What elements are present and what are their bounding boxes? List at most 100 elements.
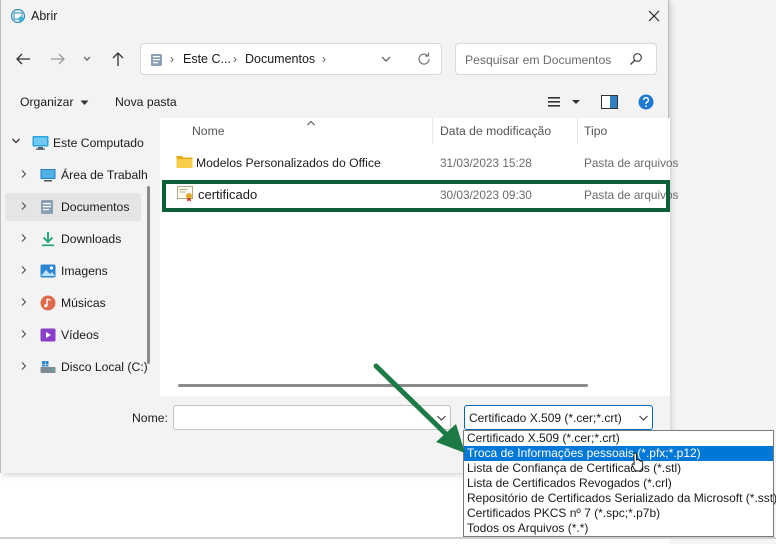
help-icon	[638, 94, 654, 110]
mouse-cursor-icon	[631, 452, 644, 472]
column-header-name[interactable]: Nome	[192, 124, 225, 138]
up-button[interactable]	[108, 50, 128, 68]
file-type-option[interactable]: Lista de Certificados Revogados (*.crl)	[464, 476, 773, 491]
nav-label: Disco Local (C:)	[61, 360, 148, 374]
file-type-option[interactable]: Certificados PKCS nº 7 (*.spc;*.p7b)	[464, 506, 773, 521]
desktop-icon	[40, 167, 56, 183]
file-type-dropdown-list: Certificado X.509 (*.cer;*.crt) Troca de…	[463, 430, 776, 537]
column-divider[interactable]	[577, 118, 578, 144]
chevron-right-icon[interactable]	[19, 232, 29, 246]
nav-item-documentos[interactable]: Documentos	[5, 193, 141, 221]
chevron-right-icon[interactable]	[19, 264, 29, 278]
navigation-pane: Este Computado Área de Trabalh Documento…	[1, 118, 156, 396]
chevron-right-icon[interactable]	[19, 360, 29, 374]
view-options-button[interactable]	[548, 96, 582, 111]
file-type-option[interactable]: Repositório de Certificados Serializado …	[464, 491, 776, 506]
file-date: 31/03/2023 15:28	[440, 156, 532, 170]
nav-item-area-de-trabalho[interactable]: Área de Trabalh	[1, 161, 151, 189]
recent-locations-button[interactable]	[79, 50, 95, 68]
chevron-right-icon[interactable]	[19, 200, 29, 214]
help-button[interactable]	[638, 94, 654, 113]
breadcrumb-este-computador[interactable]: Este C...	[183, 52, 231, 66]
column-divider[interactable]	[432, 118, 433, 144]
folder-icon	[176, 154, 193, 172]
chevron-right-icon: ›	[233, 52, 237, 66]
new-folder-button[interactable]: Nova pasta	[115, 95, 177, 109]
nav-item-downloads[interactable]: Downloads	[1, 225, 151, 253]
chevron-down-icon[interactable]	[11, 135, 21, 149]
preview-pane-icon	[601, 95, 618, 109]
nav-scrollbar[interactable]	[147, 186, 150, 364]
drive-icon	[40, 359, 56, 375]
downloads-icon	[40, 231, 56, 247]
view-list-icon	[548, 97, 580, 107]
organize-button[interactable]: Organizar	[20, 95, 89, 109]
refresh-button[interactable]	[416, 51, 432, 70]
organize-label: Organizar	[20, 95, 74, 109]
file-type-option[interactable]: Certificado X.509 (*.cer;*.crt)	[464, 431, 773, 446]
nav-item-este-computador[interactable]: Este Computado	[1, 129, 151, 157]
file-list: Nome Data de modificação Tipo Modelos Pe…	[160, 116, 678, 396]
chevron-right-icon[interactable]	[19, 328, 29, 342]
address-bar[interactable]: › Este C... › Documentos ›	[140, 43, 442, 75]
app-icon	[10, 8, 26, 27]
title-bar: Abrir	[1, 0, 670, 32]
nav-item-imagens[interactable]: Imagens	[1, 257, 151, 285]
open-file-dialog: Abrir › Este C... › Documentos › Pesquis…	[0, 0, 678, 473]
caret-down-icon	[80, 100, 89, 105]
pictures-icon	[40, 263, 56, 279]
documents-icon	[40, 199, 56, 215]
preview-pane-button[interactable]	[601, 95, 618, 112]
chevron-right-icon: ›	[170, 52, 174, 66]
forward-button[interactable]	[48, 50, 68, 68]
window-title: Abrir	[31, 9, 58, 23]
file-row[interactable]: Modelos Personalizados do Office 31/03/2…	[160, 149, 678, 177]
nav-label: Este Computado	[53, 136, 144, 150]
file-type-select[interactable]: Certificado X.509 (*.cer;*.crt)	[464, 405, 653, 430]
back-button[interactable]	[13, 50, 33, 68]
file-type-option-highlighted[interactable]: Troca de Informações pessoais (*.pfx;*.p…	[464, 446, 773, 461]
search-icon	[629, 52, 643, 69]
file-type-option[interactable]: Lista de Confiança de Certificados (*.st…	[464, 461, 773, 476]
videos-icon	[40, 327, 56, 343]
close-button[interactable]	[641, 4, 667, 28]
close-icon	[648, 10, 660, 22]
chevron-down-icon[interactable]	[638, 412, 649, 426]
chevron-down-icon	[83, 56, 91, 61]
breadcrumb-documentos[interactable]: Documentos	[245, 52, 315, 66]
nav-item-disco-local[interactable]: Disco Local (C:)	[1, 353, 151, 381]
nav-label: Área de Trabalh	[61, 168, 148, 182]
column-header-type[interactable]: Tipo	[584, 124, 607, 138]
file-name: Modelos Personalizados do Office	[196, 156, 381, 170]
nav-label: Imagens	[61, 264, 108, 278]
background-divider	[0, 537, 776, 539]
file-type-option[interactable]: Todos os Arquivos (*.*)	[464, 521, 773, 536]
computer-icon	[32, 135, 49, 151]
annotation-highlight-box	[162, 180, 670, 212]
nav-item-videos[interactable]: Vídeos	[1, 321, 151, 349]
address-history-dropdown[interactable]	[380, 53, 392, 67]
nav-label: Músicas	[61, 296, 106, 310]
chevron-down-icon	[381, 56, 391, 62]
chevron-right-icon: ›	[322, 52, 326, 66]
arrow-right-icon	[51, 53, 65, 65]
documents-location-icon	[150, 53, 163, 70]
music-icon	[40, 295, 56, 311]
nav-item-musicas[interactable]: Músicas	[1, 289, 151, 317]
column-header-date[interactable]: Data de modificação	[440, 124, 551, 138]
arrow-up-icon	[112, 52, 124, 66]
chevron-right-icon[interactable]	[19, 168, 29, 182]
search-box[interactable]: Pesquisar em Documentos	[455, 43, 657, 75]
file-type: Pasta de arquivos	[584, 156, 679, 170]
chevron-right-icon[interactable]	[19, 296, 29, 310]
refresh-icon	[418, 52, 430, 65]
file-type-selected: Certificado X.509 (*.cer;*.crt)	[469, 411, 622, 425]
search-placeholder: Pesquisar em Documentos	[465, 53, 612, 67]
sort-ascending-icon	[306, 116, 316, 130]
nav-label: Vídeos	[61, 328, 99, 342]
arrow-left-icon	[16, 53, 30, 65]
nav-label: Documentos	[61, 200, 130, 214]
file-name-label: Nome:	[132, 411, 168, 425]
annotation-arrow-icon	[373, 363, 465, 453]
nav-label: Downloads	[61, 232, 122, 246]
